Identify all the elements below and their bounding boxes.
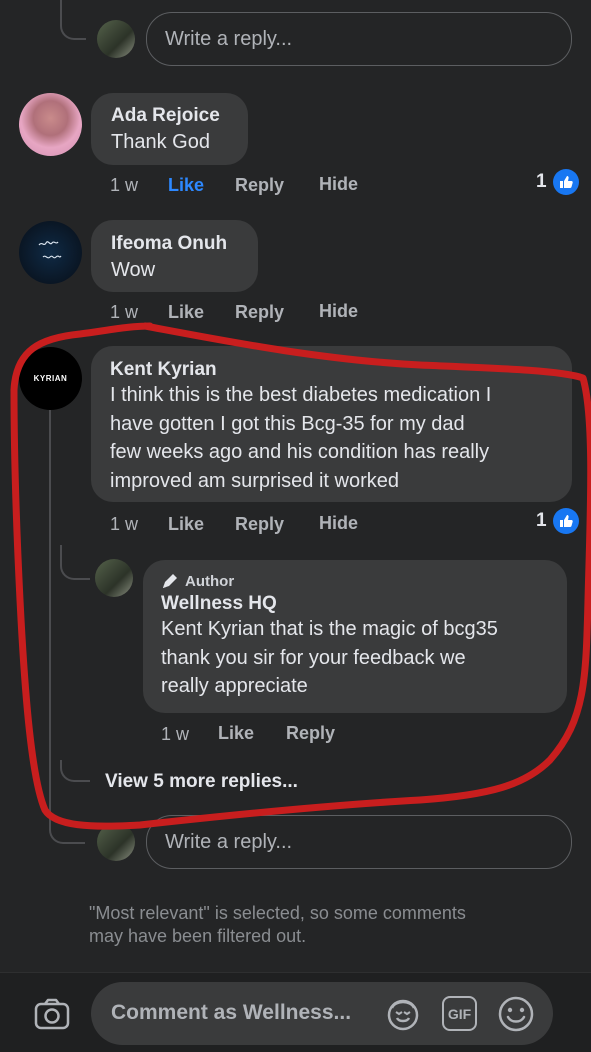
red-annotation-outline [10, 322, 591, 830]
